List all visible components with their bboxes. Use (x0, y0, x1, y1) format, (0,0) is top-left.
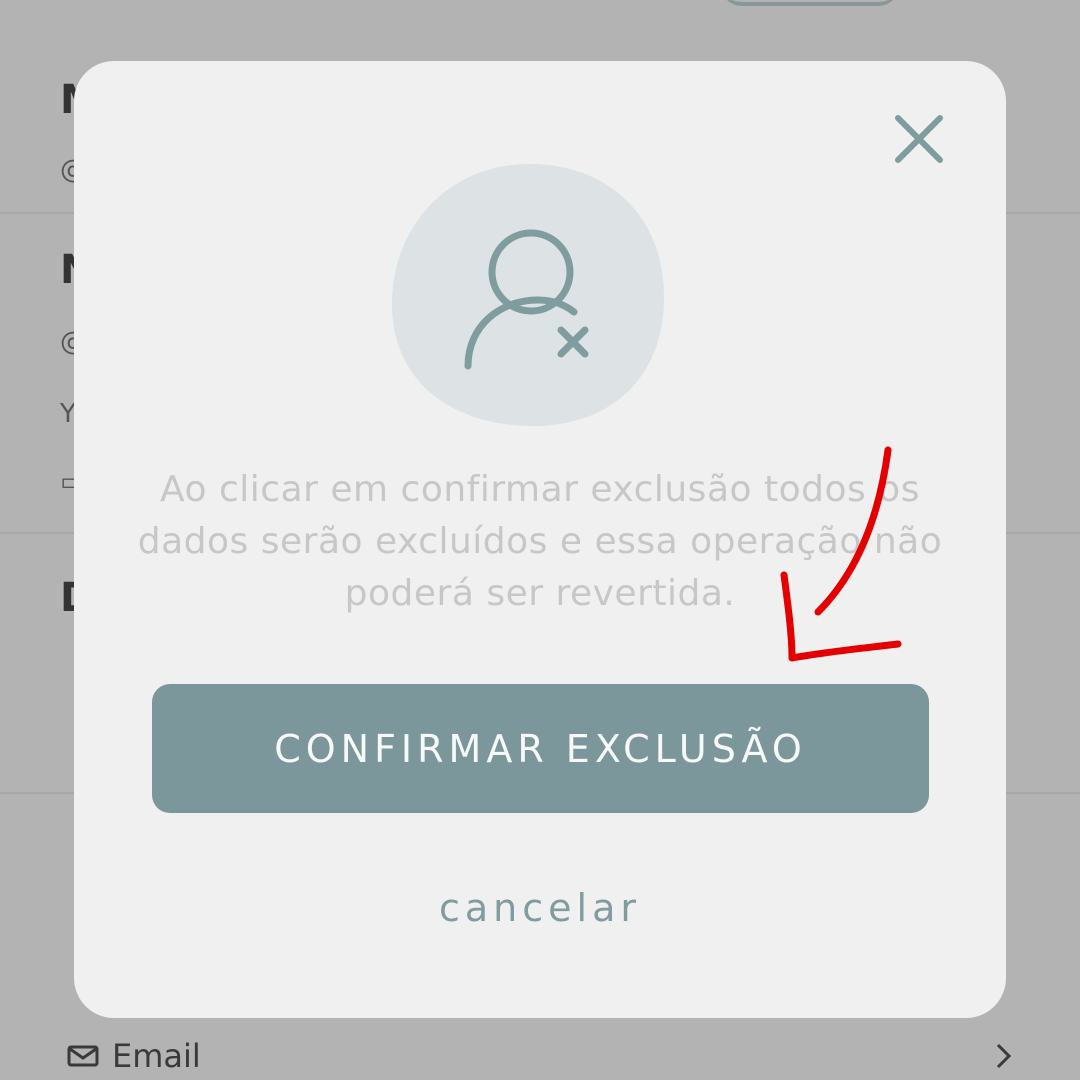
confirmation-message: Ao clicar em confirmar exclusão todos os… (137, 469, 943, 614)
cancel-link[interactable]: cancelar (340, 878, 740, 938)
user-remove-illustration (391, 164, 664, 427)
chevron-right-icon (996, 1043, 1012, 1069)
confirm-delete-button[interactable]: CONFIRMAR EXCLUSÃO (152, 684, 929, 813)
background-avatar-edge (720, 0, 900, 6)
email-label: Email (112, 1037, 201, 1075)
email-row[interactable]: Email (66, 1032, 1016, 1080)
close-icon (895, 115, 943, 163)
mail-icon (67, 1045, 99, 1067)
close-button[interactable] (884, 104, 954, 174)
illustration-blob (391, 164, 664, 427)
